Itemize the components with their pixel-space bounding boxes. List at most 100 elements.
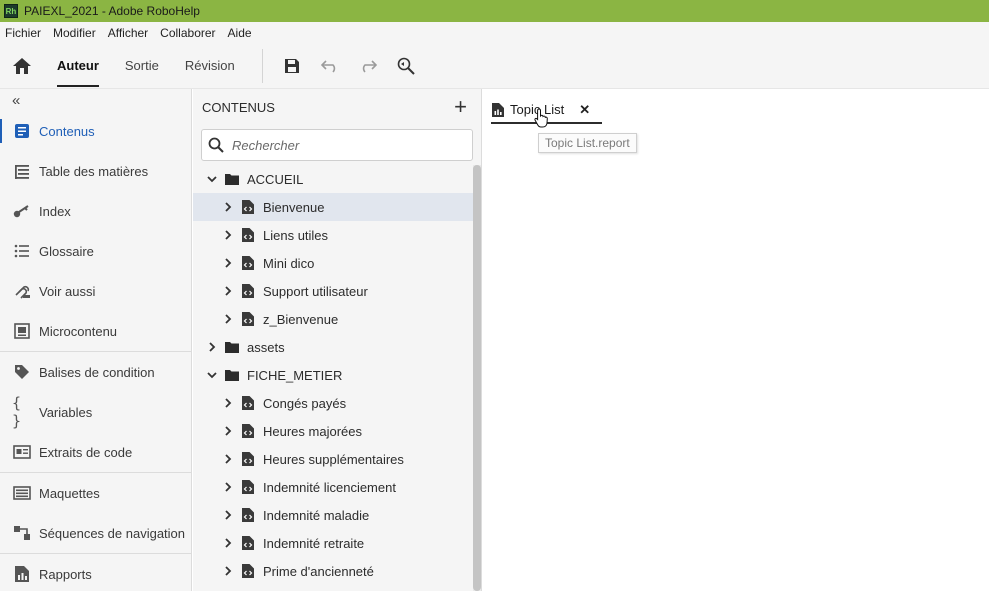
sidebar-item-contenus[interactable]: Contenus bbox=[0, 111, 191, 151]
chevron-right-icon[interactable] bbox=[220, 395, 236, 411]
sidebar-item-label: Variables bbox=[39, 404, 93, 420]
glossary-icon bbox=[12, 241, 32, 261]
sidebar-item-label: Table des matières bbox=[39, 163, 149, 179]
find-replace-button[interactable] bbox=[387, 43, 425, 89]
tree-scrollbar[interactable] bbox=[473, 165, 481, 591]
chevron-right-icon[interactable] bbox=[204, 339, 220, 355]
chevron-down-icon[interactable] bbox=[204, 367, 220, 383]
sidebar-item-voir-aussi[interactable]: Voir aussi bbox=[0, 271, 191, 311]
close-icon[interactable]: ✕ bbox=[579, 102, 590, 118]
editor-area: Topic List ✕ bbox=[483, 89, 989, 591]
folder-icon bbox=[224, 339, 240, 355]
tab-sortie[interactable]: Sortie bbox=[112, 43, 172, 89]
sidebar-item-sequences[interactable]: Séquences de navigation bbox=[0, 513, 191, 553]
tree-item-label: Liens utiles bbox=[263, 227, 329, 243]
microcontent-icon bbox=[12, 321, 32, 341]
save-button[interactable] bbox=[273, 43, 311, 89]
content-tree: ACCUEIL Bienvenue Liens utiles Mini dico Sup… bbox=[193, 165, 473, 585]
search-icon bbox=[208, 137, 224, 153]
window-title: PAIEXL_2021 - Adobe RoboHelp bbox=[24, 4, 200, 18]
tree-topic-row[interactable]: Indemnité licenciement bbox=[193, 473, 473, 501]
panel-title: CONTENUS bbox=[202, 99, 275, 115]
menu-bar: Fichier Modifier Afficher Collaborer Aid… bbox=[0, 22, 989, 43]
sidebar-item-balises[interactable]: Balises de condition bbox=[0, 352, 191, 392]
sidebar-item-label: Index bbox=[39, 203, 71, 219]
tree-topic-row[interactable]: Heures supplémentaires bbox=[193, 445, 473, 473]
search-input[interactable] bbox=[232, 137, 452, 153]
chevron-right-icon[interactable] bbox=[220, 283, 236, 299]
tree-folder-row[interactable]: FICHE_METIER bbox=[193, 361, 473, 389]
chevron-right-icon[interactable] bbox=[220, 451, 236, 467]
sidebar-item-maquettes[interactable]: Maquettes bbox=[0, 473, 191, 513]
topic-file-icon bbox=[240, 283, 256, 299]
tree-topic-row[interactable]: Indemnité maladie bbox=[193, 501, 473, 529]
topic-file-icon bbox=[240, 423, 256, 439]
home-icon bbox=[13, 57, 31, 74]
topic-file-icon bbox=[240, 479, 256, 495]
sidebar-item-index[interactable]: Index bbox=[0, 191, 191, 231]
sidebar-item-toc[interactable]: Table des matières bbox=[0, 151, 191, 191]
tree-item-label: ACCUEIL bbox=[247, 171, 304, 187]
collapse-panel-button[interactable]: « bbox=[0, 89, 191, 111]
find-replace-icon bbox=[397, 57, 415, 75]
tree-item-label: Mini dico bbox=[263, 255, 315, 271]
sidebar-item-label: Microcontenu bbox=[39, 323, 118, 339]
undo-button[interactable] bbox=[311, 43, 349, 89]
left-nav: « Contenus Table des matières Index Glos… bbox=[0, 89, 192, 591]
tree-folder-row[interactable]: ACCUEIL bbox=[193, 165, 473, 193]
tab-auteur[interactable]: Auteur bbox=[44, 43, 112, 89]
chevron-down-icon[interactable] bbox=[204, 171, 220, 187]
tree-topic-row[interactable]: Indemnité retraite bbox=[193, 529, 473, 557]
menu-modifier[interactable]: Modifier bbox=[53, 26, 96, 40]
template-icon bbox=[12, 483, 32, 503]
sidebar-item-label: Rapports bbox=[39, 566, 92, 582]
topic-file-icon bbox=[240, 199, 256, 215]
chevron-right-icon[interactable] bbox=[220, 423, 236, 439]
chevron-right-icon[interactable] bbox=[220, 227, 236, 243]
tree-topic-row[interactable]: Mini dico bbox=[193, 249, 473, 277]
tree-topic-row[interactable]: Prime d'ancienneté bbox=[193, 557, 473, 585]
sidebar-item-variables[interactable]: { } Variables bbox=[0, 392, 191, 432]
sidebar-item-glossaire[interactable]: Glossaire bbox=[0, 231, 191, 271]
sidebar-item-label: Séquences de navigation bbox=[39, 525, 186, 541]
tree-topic-row[interactable]: Bienvenue bbox=[193, 193, 473, 221]
home-button[interactable] bbox=[0, 43, 44, 89]
save-icon bbox=[284, 58, 299, 73]
sidebar-item-microcontenu[interactable]: Microcontenu bbox=[0, 311, 191, 351]
menu-collaborer[interactable]: Collaborer bbox=[160, 26, 215, 40]
tab-tooltip: Topic List.report bbox=[538, 133, 637, 153]
chevron-right-icon[interactable] bbox=[220, 199, 236, 215]
topic-file-icon bbox=[240, 535, 256, 551]
chevron-right-icon[interactable] bbox=[220, 311, 236, 327]
chevron-right-icon[interactable] bbox=[220, 479, 236, 495]
menu-fichier[interactable]: Fichier bbox=[5, 26, 41, 40]
tree-topic-row[interactable]: Heures majorées bbox=[193, 417, 473, 445]
tree-topic-row[interactable]: Support utilisateur bbox=[193, 277, 473, 305]
chevron-right-icon[interactable] bbox=[220, 563, 236, 579]
chevron-right-icon[interactable] bbox=[220, 535, 236, 551]
menu-afficher[interactable]: Afficher bbox=[108, 26, 148, 40]
key-icon bbox=[12, 201, 32, 221]
chevron-right-icon[interactable] bbox=[220, 255, 236, 271]
menu-aide[interactable]: Aide bbox=[228, 26, 252, 40]
sidebar-item-extraits[interactable]: Extraits de code bbox=[0, 432, 191, 472]
tree-item-label: Heures supplémentaires bbox=[263, 451, 404, 467]
tree-topic-row[interactable]: z_Bienvenue bbox=[193, 305, 473, 333]
redo-button[interactable] bbox=[349, 43, 387, 89]
report-icon bbox=[12, 564, 32, 584]
tab-revision[interactable]: Révision bbox=[172, 43, 248, 89]
tree-folder-row[interactable]: assets bbox=[193, 333, 473, 361]
chevron-right-icon[interactable] bbox=[220, 507, 236, 523]
tree-topic-row[interactable]: Liens utiles bbox=[193, 221, 473, 249]
tree-item-label: Indemnité maladie bbox=[263, 507, 370, 523]
sidebar-item-rapports[interactable]: Rapports bbox=[0, 554, 191, 594]
tree-item-label: Heures majorées bbox=[263, 423, 362, 439]
sidebar-item-label: Maquettes bbox=[39, 485, 100, 501]
add-button[interactable]: + bbox=[454, 96, 467, 118]
scrollbar-thumb[interactable] bbox=[473, 165, 481, 591]
redo-icon bbox=[362, 59, 377, 73]
robohelp-logo-icon: Rh bbox=[4, 4, 18, 18]
toolbar: Auteur Sortie Révision bbox=[0, 43, 989, 89]
topic-file-icon bbox=[240, 395, 256, 411]
tree-topic-row[interactable]: Congés payés bbox=[193, 389, 473, 417]
